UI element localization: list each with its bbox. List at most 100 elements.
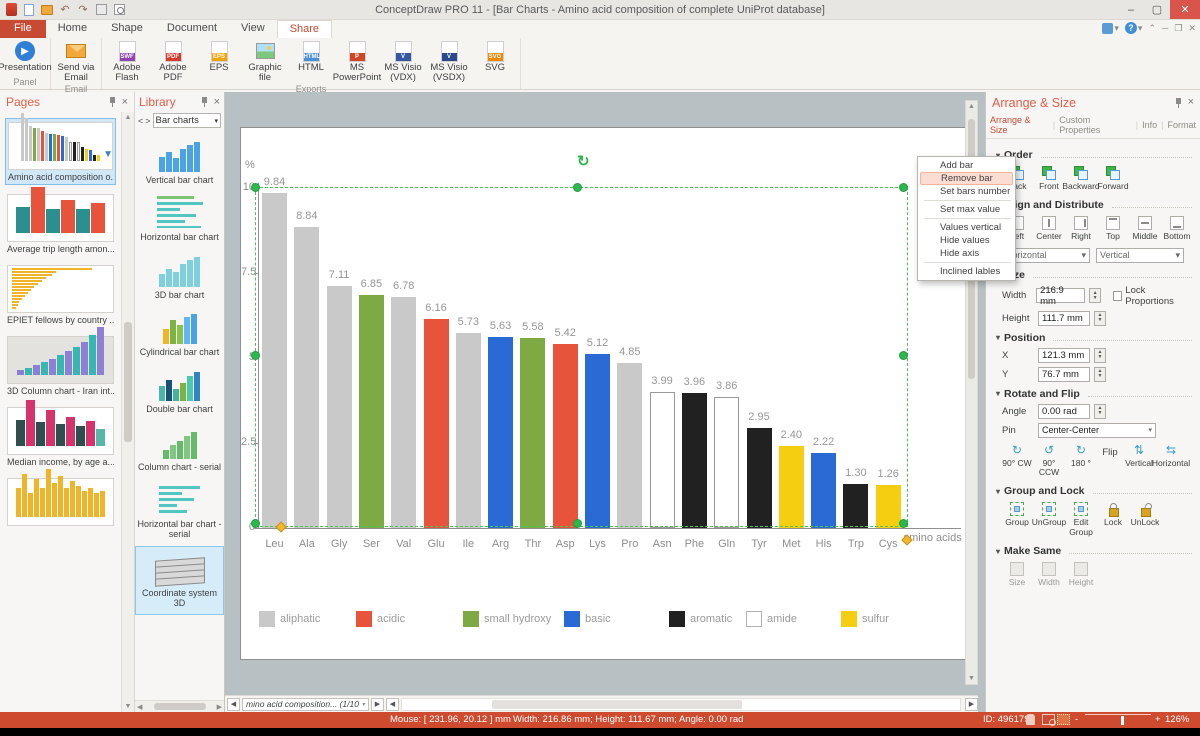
bar-Cys[interactable] (875, 485, 901, 528)
selection-handle[interactable] (899, 183, 908, 192)
ribbon-tab-view[interactable]: View (229, 20, 277, 38)
page-thumbnail[interactable] (7, 469, 114, 526)
page-thumbnail[interactable] (7, 187, 114, 242)
svg-button[interactable]: SVG SVG (472, 39, 518, 73)
align-top-button[interactable]: Top (1098, 216, 1128, 241)
preview-icon[interactable] (112, 3, 126, 17)
page-thumbnail-item[interactable] (5, 469, 116, 530)
rotate-90-cw-button[interactable]: ↻ 90° CW (1002, 443, 1032, 468)
panel-layout-icon[interactable]: ▾ (1102, 22, 1119, 34)
panel-tab-format[interactable]: Format (1167, 120, 1196, 130)
page-tab[interactable]: mino acid composition... (1/10 ▾ (242, 697, 369, 711)
ribbon-tab-shape[interactable]: Shape (99, 20, 155, 38)
bar-Tyr[interactable] (746, 428, 772, 528)
pin-icon[interactable] (109, 97, 116, 107)
selection-handle[interactable] (251, 183, 260, 192)
close-icon[interactable]: × (214, 96, 220, 108)
flip-horizontal-button[interactable]: ⇆ Horizontal (1152, 443, 1190, 468)
bar-Phe[interactable] (681, 393, 707, 528)
close-icon[interactable]: × (1188, 97, 1194, 108)
x-input[interactable]: 121.3 mm (1038, 347, 1090, 363)
close-icon[interactable]: × (122, 96, 128, 108)
bar-Trp[interactable] (843, 484, 869, 528)
pages-scrollbar[interactable]: ▲ ▼ (121, 112, 134, 712)
panel-tab-custom-properties[interactable]: Custom Properties (1059, 115, 1132, 135)
page-thumbnail[interactable] (7, 327, 114, 384)
bar-Met[interactable] (778, 446, 804, 528)
bar-Asn[interactable] (649, 392, 675, 528)
menu-item-hide-values[interactable]: Hide values (920, 234, 1013, 247)
flip-vertical-button[interactable]: ⇅ Vertical (1124, 443, 1154, 468)
selection-handle[interactable] (573, 183, 582, 192)
width-stepper[interactable]: ▲ ▼ (1089, 288, 1101, 304)
y-stepper[interactable]: ▲ ▼ (1094, 366, 1106, 382)
prev-page-icon[interactable]: ◀ (227, 697, 240, 711)
group-button[interactable]: Group (1002, 502, 1032, 527)
lock-button[interactable]: Lock (1098, 502, 1128, 527)
library-item-coordinate-system-3d[interactable]: Coordinate system 3D (135, 545, 224, 616)
bar-Pro[interactable] (617, 363, 643, 528)
fit-selection-icon[interactable] (1057, 714, 1070, 725)
library-item-cylindrical-bar-chart[interactable]: Cylindrical bar chart (135, 306, 224, 363)
bar-Gln[interactable] (714, 397, 740, 528)
library-item-3d-bar-chart[interactable]: 3D bar chart (135, 249, 224, 306)
close-button[interactable]: ✕ (1170, 0, 1200, 19)
ungroup-button[interactable]: UnGroup (1032, 502, 1066, 527)
align-bottom-button[interactable]: Bottom (1162, 216, 1192, 241)
rotate-90-ccw-button[interactable]: ↺ 90° CCW (1034, 443, 1064, 478)
lock-proportions-checkbox[interactable]: Lock Proportions (1112, 285, 1192, 307)
angle-stepper[interactable]: ▲ ▼ (1094, 403, 1106, 419)
bar-Asp[interactable] (552, 344, 578, 528)
menu-item-values-vertical[interactable]: Values vertical (920, 221, 1013, 234)
library-item-horizontal-bar-chart-serial[interactable]: Horizontal bar chart - serial (135, 478, 224, 546)
panel-tab-arrange-size[interactable]: Arrange & Size (990, 115, 1049, 135)
scroll-right-icon[interactable]: ▶ (965, 697, 978, 711)
minimize-button[interactable]: – (1118, 0, 1144, 19)
save-icon[interactable] (94, 3, 108, 17)
open-icon[interactable] (40, 3, 54, 17)
order-front-button[interactable]: Front (1034, 166, 1064, 191)
menu-item-set-max-value[interactable]: Set max value (920, 203, 1013, 216)
help-icon[interactable]: ? ▾ (1124, 22, 1142, 34)
adobe-flash-button[interactable]: SWF Adobe Flash (104, 39, 150, 84)
section-make-same[interactable]: ▾ Make Same (996, 545, 1192, 557)
align-right-button[interactable]: Right (1066, 216, 1096, 241)
page-actions-dropdown-icon[interactable]: ▼ (103, 149, 113, 160)
html-button[interactable]: HTML HTML (288, 39, 334, 73)
section-rotate-flip[interactable]: ▾ Rotate and Flip (996, 388, 1192, 400)
align-center-button[interactable]: Center (1034, 216, 1064, 241)
undo-icon[interactable]: ↶ (58, 3, 72, 17)
menu-item-remove-bar[interactable]: Remove bar (920, 172, 1013, 185)
scroll-up-icon[interactable]: ▲ (966, 101, 977, 110)
scroll-right-icon[interactable]: ▶ (217, 703, 222, 711)
zoom-slider[interactable] (1085, 714, 1151, 725)
panel-tab-info[interactable]: Info (1142, 120, 1157, 130)
ribbon-tab-file[interactable]: File (0, 20, 46, 38)
menu-item-add-bar[interactable]: Add bar (920, 159, 1013, 172)
next-page-icon[interactable]: ▶ (370, 697, 384, 711)
bar-Ile[interactable] (455, 333, 481, 528)
pin-icon[interactable] (201, 97, 208, 107)
rotate-180--button[interactable]: ↻ 180 ° (1066, 443, 1096, 468)
selection-handle[interactable] (573, 519, 582, 528)
selection-handle[interactable] (251, 351, 260, 360)
library-forward-icon[interactable]: > (145, 116, 150, 126)
scroll-down-icon[interactable]: ▼ (966, 675, 977, 682)
canvas-horizontal-scrollbar[interactable] (400, 697, 961, 711)
redo-icon[interactable]: ↷ (76, 3, 90, 17)
zoom-out-icon[interactable]: - (1075, 714, 1078, 725)
page-thumbnail[interactable] (7, 400, 114, 455)
edit-group-button[interactable]: Edit Group (1066, 502, 1096, 537)
bar-Val[interactable] (391, 297, 417, 528)
page-thumbnail-item[interactable]: 3D Column chart - Iran int... (5, 327, 116, 398)
pin-dropdown[interactable]: Center-Center ▾ (1038, 422, 1156, 438)
page-thumbnail[interactable]: ▼ (8, 113, 113, 170)
section-order[interactable]: ▾ Order (996, 149, 1192, 161)
library-back-icon[interactable]: < (138, 116, 143, 126)
canvas[interactable]: % amino acids 9.84 8.84 7.11 6.85 6.78 6.16 5.… (225, 92, 985, 712)
align-middle-button[interactable]: Middle (1130, 216, 1160, 241)
ribbon-tab-home[interactable]: Home (46, 20, 99, 38)
page-thumbnail-item[interactable]: EPIET fellows by country ... (5, 262, 116, 327)
zoom-page-icon[interactable] (1042, 714, 1056, 726)
bar-Ser[interactable] (358, 295, 384, 528)
